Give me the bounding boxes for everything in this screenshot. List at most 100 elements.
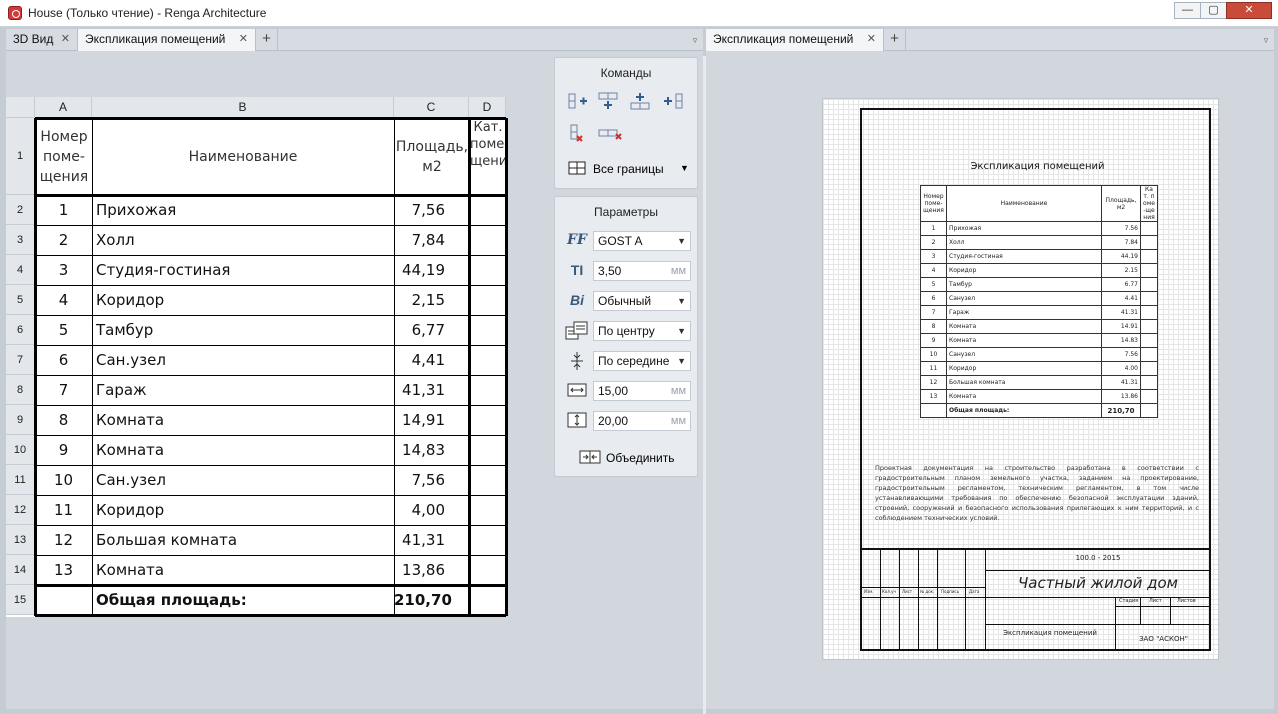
cell-area[interactable]: 13,86: [394, 555, 469, 585]
close-tab-icon[interactable]: ✕: [61, 29, 70, 50]
cell-category[interactable]: [469, 315, 506, 345]
borders-dropdown[interactable]: Все границы ▼: [555, 158, 697, 180]
font-size-input[interactable]: 3,50 мм: [593, 261, 691, 281]
column-header-c[interactable]: C: [394, 97, 469, 118]
font-style-select[interactable]: Обычный ▼: [593, 291, 691, 311]
cell-name[interactable]: Тамбур: [92, 315, 394, 345]
row-header[interactable]: 10: [6, 435, 35, 465]
cell-category[interactable]: [469, 375, 506, 405]
cell-name[interactable]: Комната: [92, 405, 394, 435]
close-tab-icon[interactable]: ✕: [867, 29, 876, 50]
cell-area[interactable]: 41,31: [394, 375, 469, 405]
cell-category[interactable]: [469, 195, 506, 225]
row-header[interactable]: 8: [6, 375, 35, 405]
cell-area[interactable]: 44,19: [394, 255, 469, 285]
cell-category[interactable]: [469, 555, 506, 585]
cell-number[interactable]: 11: [35, 495, 92, 525]
delete-row-icon[interactable]: [598, 124, 624, 142]
cell-number[interactable]: 8: [35, 405, 92, 435]
cell-name[interactable]: Гараж: [92, 375, 394, 405]
row-header[interactable]: 6: [6, 315, 35, 345]
tab-room-schedule-drawing[interactable]: Экспликация помещений ✕: [706, 29, 884, 51]
insert-column-right-icon[interactable]: [663, 92, 683, 110]
cell-area[interactable]: 4,00: [394, 495, 469, 525]
tab-list-chevron-icon[interactable]: ▿: [1258, 29, 1274, 51]
cell-category[interactable]: [469, 345, 506, 375]
cell-area[interactable]: 4,41: [394, 345, 469, 375]
close-tab-icon[interactable]: ✕: [239, 29, 248, 50]
row-header[interactable]: 3: [6, 225, 35, 255]
font-family-select[interactable]: GOST A ▼: [593, 231, 691, 251]
select-all-corner[interactable]: [6, 97, 35, 118]
cell-category[interactable]: [469, 255, 506, 285]
row-header[interactable]: 15: [6, 585, 35, 615]
cell-area[interactable]: 6,77: [394, 315, 469, 345]
cell-number[interactable]: 4: [35, 285, 92, 315]
cell-name[interactable]: Комната: [92, 555, 394, 585]
cell-category[interactable]: [469, 225, 506, 255]
add-tab-button[interactable]: +: [256, 29, 278, 51]
total-label[interactable]: Общая площадь:: [92, 585, 394, 615]
merge-cells-button[interactable]: Объединить: [579, 447, 679, 469]
cell-number[interactable]: 1: [35, 195, 92, 225]
vertical-align-select[interactable]: По середине ▼: [593, 351, 691, 371]
cell-area[interactable]: 2,15: [394, 285, 469, 315]
cell-category[interactable]: [469, 285, 506, 315]
header-cell-number[interactable]: Номер поме-щения: [36, 127, 92, 187]
cell-area[interactable]: 14,91: [394, 405, 469, 435]
row-header[interactable]: 4: [6, 255, 35, 285]
insert-column-left-icon[interactable]: [568, 92, 588, 110]
cell-name[interactable]: Сан.узел: [92, 345, 394, 375]
row-header[interactable]: 7: [6, 345, 35, 375]
cell-category[interactable]: [469, 435, 506, 465]
column-header-b[interactable]: B: [92, 97, 394, 118]
header-cell-name[interactable]: Наименование: [93, 147, 393, 167]
row-header[interactable]: 12: [6, 495, 35, 525]
cell-number[interactable]: 12: [35, 525, 92, 555]
cell-area[interactable]: 14,83: [394, 435, 469, 465]
drawing-sheet[interactable]: Экспликация помещений Номер поме-щения На…: [822, 98, 1219, 660]
cell-number[interactable]: 13: [35, 555, 92, 585]
cell-area[interactable]: 7,56: [394, 195, 469, 225]
cell-number[interactable]: 5: [35, 315, 92, 345]
header-cell-area[interactable]: Площадь, м2: [395, 137, 469, 177]
minimize-button[interactable]: —: [1174, 2, 1201, 19]
insert-row-above-icon[interactable]: [598, 92, 618, 110]
horizontal-align-select[interactable]: По центру ▼: [593, 321, 691, 341]
schedule-spreadsheet[interactable]: A B C D Номер поме-щения Наименование Пл…: [6, 97, 508, 617]
cell-name[interactable]: Студия-гостиная: [92, 255, 394, 285]
cell-area[interactable]: 7,56: [394, 465, 469, 495]
column-width-input[interactable]: 15,00 мм: [593, 381, 691, 401]
cell-area[interactable]: 7,84: [394, 225, 469, 255]
total-value[interactable]: 210,70: [394, 585, 469, 615]
row-header[interactable]: 11: [6, 465, 35, 495]
row-header[interactable]: 13: [6, 525, 35, 555]
cell-number[interactable]: 3: [35, 255, 92, 285]
column-header-d[interactable]: D: [469, 97, 506, 118]
column-header-a[interactable]: A: [35, 97, 92, 118]
header-cell-category[interactable]: Кат. поме-щения: [470, 119, 506, 170]
cell-name[interactable]: Сан.узел: [92, 465, 394, 495]
cell-category[interactable]: [469, 465, 506, 495]
cell-area[interactable]: 41,31: [394, 525, 469, 555]
cell-name[interactable]: Комната: [92, 435, 394, 465]
close-window-button[interactable]: ✕: [1226, 2, 1272, 19]
cell-number[interactable]: 2: [35, 225, 92, 255]
cell-category[interactable]: [469, 495, 506, 525]
row-header[interactable]: 5: [6, 285, 35, 315]
maximize-button[interactable]: ▢: [1200, 2, 1227, 19]
cell-number[interactable]: 6: [35, 345, 92, 375]
cell-category[interactable]: [469, 405, 506, 435]
cell-number[interactable]: 9: [35, 435, 92, 465]
cell-number[interactable]: 10: [35, 465, 92, 495]
cell-name[interactable]: Прихожая: [92, 195, 394, 225]
row-header[interactable]: 14: [6, 555, 35, 585]
row-header[interactable]: 1: [6, 118, 35, 195]
cell-name[interactable]: Холл: [92, 225, 394, 255]
cell-number[interactable]: 7: [35, 375, 92, 405]
cell-name[interactable]: Коридор: [92, 495, 394, 525]
pane-splitter[interactable]: [703, 56, 706, 714]
row-height-input[interactable]: 20,00 мм: [593, 411, 691, 431]
delete-column-icon[interactable]: [568, 124, 588, 142]
insert-row-below-icon[interactable]: [630, 92, 650, 110]
